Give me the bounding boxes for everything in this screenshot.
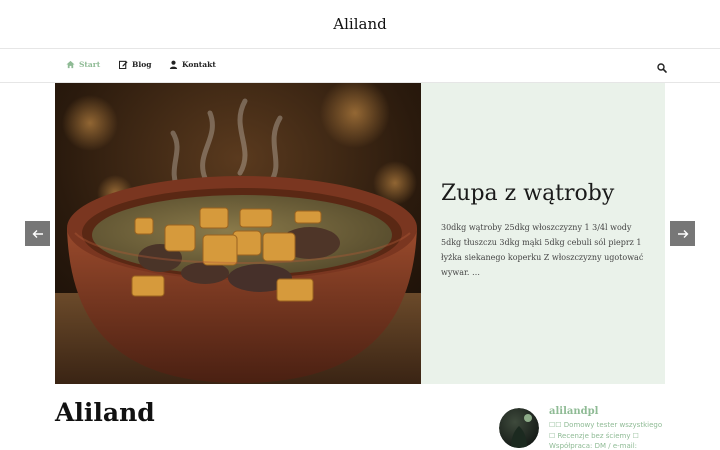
post-title[interactable]: Zupa z wątroby — [441, 181, 614, 206]
arrow-right-icon — [677, 229, 688, 238]
blog-heading: Aliland — [55, 398, 155, 427]
profile-bio: ☐☐ Domowy tester wszystkiego ☐ Recenzje … — [549, 421, 663, 450]
slider-prev-button[interactable] — [25, 221, 50, 246]
search-icon — [657, 63, 667, 73]
home-icon — [66, 60, 75, 69]
site-title[interactable]: Aliland — [0, 15, 720, 33]
arrow-left-icon — [32, 229, 43, 238]
profile-name[interactable]: alilandpl — [549, 406, 598, 417]
slider-next-button[interactable] — [670, 221, 695, 246]
slide-panel: Zupa z wątroby 30dkg wątroby 25dkg włosz… — [421, 83, 665, 384]
featured-slider: Zupa z wątroby 30dkg wątroby 25dkg włosz… — [55, 83, 665, 384]
nav-item-start[interactable]: Start — [66, 60, 100, 69]
profile-card: alilandpl ☐☐ Domowy tester wszystkiego ☐… — [499, 406, 669, 450]
avatar-image — [499, 408, 539, 448]
avatar[interactable] — [499, 408, 539, 448]
search-button[interactable] — [656, 59, 668, 73]
nav-item-label: Kontakt — [182, 60, 216, 69]
nav-item-label: Blog — [132, 60, 152, 69]
nav-item-contact[interactable]: Kontakt — [169, 60, 216, 69]
post-excerpt: 30dkg wątroby 25dkg włoszczyzny 1 3/4l w… — [441, 223, 644, 277]
slide-image[interactable] — [55, 83, 421, 384]
edit-icon — [119, 60, 128, 69]
nav-item-blog[interactable]: Blog — [119, 60, 151, 69]
nav-item-label: Start — [79, 60, 101, 69]
soup-bowl-image — [55, 83, 421, 384]
main-nav: Start Blog Kontakt — [0, 49, 720, 83]
site-header: Aliland — [0, 0, 720, 49]
user-icon — [169, 60, 178, 69]
